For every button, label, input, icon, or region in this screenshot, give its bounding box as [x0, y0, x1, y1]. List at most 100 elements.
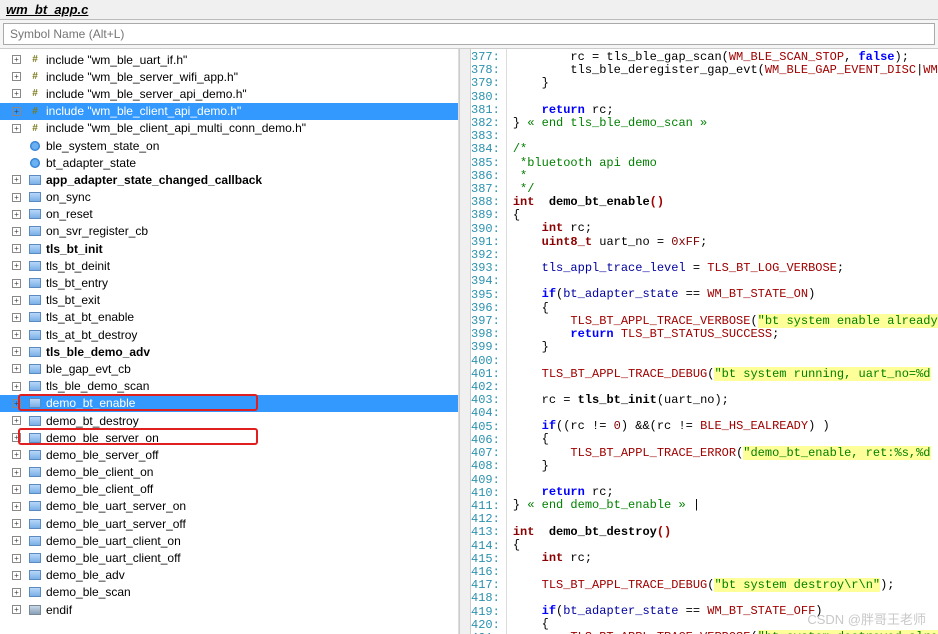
- expand-icon[interactable]: +: [12, 72, 21, 81]
- expand-icon[interactable]: +: [12, 227, 21, 236]
- code-line[interactable]: return TLS_BT_STATUS_SUCCESS;: [513, 328, 938, 341]
- code-line[interactable]: [513, 130, 938, 143]
- tree-item[interactable]: + on_svr_register_cb: [0, 223, 458, 240]
- tree-item[interactable]: +demo_ble_adv: [0, 567, 458, 584]
- code-line[interactable]: } « end tls_ble_demo_scan »: [513, 117, 938, 130]
- expand-icon[interactable]: +: [12, 399, 21, 408]
- variable-icon: [28, 139, 42, 153]
- tree-item-label: tls_bt_init: [46, 242, 103, 256]
- expand-icon[interactable]: +: [12, 571, 21, 580]
- tree-item[interactable]: +on_reset: [0, 206, 458, 223]
- expand-icon[interactable]: +: [12, 175, 21, 184]
- tree-item[interactable]: +#include "wm_ble_server_wifi_app.h": [0, 68, 458, 85]
- code-content[interactable]: rc = tls_ble_gap_scan(WM_BLE_SCAN_STOP, …: [507, 49, 938, 634]
- function-icon: [28, 379, 42, 393]
- splitter[interactable]: [459, 49, 471, 634]
- tree-item[interactable]: +#include "wm_ble_client_api_demo.h": [0, 103, 458, 120]
- expand-icon[interactable]: +: [12, 450, 21, 459]
- tree-item[interactable]: +tls_ble_demo_scan: [0, 378, 458, 395]
- code-line[interactable]: rc = tls_bt_init(uart_no);: [513, 394, 938, 407]
- code-line[interactable]: }: [513, 77, 938, 90]
- code-line[interactable]: TLS_BT_APPL_TRACE_DEBUG("bt system destr…: [513, 579, 938, 592]
- code-line[interactable]: TLS_BT_APPL_TRACE_ERROR("demo_bt_enable,…: [513, 447, 938, 460]
- code-line[interactable]: *bluetooth api demo: [513, 157, 938, 170]
- expand-icon[interactable]: +: [12, 588, 21, 597]
- code-line[interactable]: int demo_bt_destroy(): [513, 526, 938, 539]
- expand-icon[interactable]: +: [12, 330, 21, 339]
- expand-icon[interactable]: +: [12, 554, 21, 563]
- code-line[interactable]: *: [513, 170, 938, 183]
- expand-icon[interactable]: +: [12, 107, 21, 116]
- tree-item-label: demo_ble_uart_client_off: [46, 551, 181, 565]
- symbol-tree-panel[interactable]: +#include "wm_ble_uart_if.h"+#include "w…: [0, 49, 459, 634]
- tree-item[interactable]: +tls_bt_exit: [0, 292, 458, 309]
- code-line[interactable]: if(bt_adapter_state == WM_BT_STATE_OFF): [513, 605, 938, 618]
- tree-item[interactable]: + demo_ble_uart_client_off: [0, 549, 458, 566]
- tree-item[interactable]: +app_adapter_state_changed_callback: [0, 171, 458, 188]
- code-line[interactable]: int demo_bt_enable(): [513, 196, 938, 209]
- expand-icon[interactable]: +: [12, 468, 21, 477]
- tree-item[interactable]: +tls_bt_deinit: [0, 257, 458, 274]
- expand-icon[interactable]: +: [12, 485, 21, 494]
- tree-item[interactable]: ble_system_state_on: [0, 137, 458, 154]
- expand-icon[interactable]: +: [12, 55, 21, 64]
- expand-icon[interactable]: +: [12, 536, 21, 545]
- expand-icon[interactable]: +: [12, 519, 21, 528]
- code-line[interactable]: }: [513, 460, 938, 473]
- tree-item[interactable]: +ble_gap_evt_cb: [0, 360, 458, 377]
- expand-icon[interactable]: +: [12, 124, 21, 133]
- expand-icon[interactable]: +: [12, 261, 21, 270]
- tree-item[interactable]: +#include "wm_ble_server_api_demo.h": [0, 85, 458, 102]
- tree-item[interactable]: +demo_ble_server_off: [0, 446, 458, 463]
- tree-item[interactable]: +tls_ble_demo_adv: [0, 343, 458, 360]
- expand-icon[interactable]: +: [12, 244, 21, 253]
- tree-item[interactable]: +#include "wm_ble_client_api_multi_conn_…: [0, 120, 458, 137]
- expand-icon[interactable]: +: [12, 210, 21, 219]
- tree-item[interactable]: +demo_ble_client_off: [0, 481, 458, 498]
- line-number-gutter: 377:378:379:380:381:382:383:384:385:386:…: [471, 49, 507, 634]
- expand-icon[interactable]: +: [12, 89, 21, 98]
- tree-item[interactable]: +tls_bt_entry: [0, 274, 458, 291]
- expand-icon[interactable]: +: [12, 279, 21, 288]
- tree-item[interactable]: +endif: [0, 601, 458, 618]
- tree-item[interactable]: +#include "wm_ble_uart_if.h": [0, 51, 458, 68]
- tree-item[interactable]: +demo_ble_uart_client_on: [0, 532, 458, 549]
- tree-item[interactable]: +demo_bt_destroy: [0, 412, 458, 429]
- tree-item[interactable]: + tls_bt_init: [0, 240, 458, 257]
- expand-icon[interactable]: +: [12, 382, 21, 391]
- code-line[interactable]: int rc;: [513, 552, 938, 565]
- expand-icon[interactable]: +: [12, 193, 21, 202]
- expand-icon[interactable]: +: [12, 313, 21, 322]
- tree-item[interactable]: bt_adapter_state: [0, 154, 458, 171]
- code-line[interactable]: tls_appl_trace_level = TLS_BT_LOG_VERBOS…: [513, 262, 938, 275]
- tree-item[interactable]: +tls_at_bt_destroy: [0, 326, 458, 343]
- tree-item[interactable]: +demo_ble_uart_server_on: [0, 498, 458, 515]
- symbol-search-input[interactable]: [3, 23, 935, 45]
- tree-item-label: demo_ble_server_on: [46, 431, 159, 445]
- expand-icon[interactable]: +: [12, 502, 21, 511]
- expand-icon[interactable]: +: [12, 364, 21, 373]
- tree-item[interactable]: +demo_ble_scan: [0, 584, 458, 601]
- expand-icon[interactable]: +: [12, 416, 21, 425]
- tree-item[interactable]: +demo_ble_uart_server_off: [0, 515, 458, 532]
- tree-item[interactable]: +on_sync: [0, 189, 458, 206]
- code-line[interactable]: uint8_t uart_no = 0xFF;: [513, 236, 938, 249]
- code-line[interactable]: tls_ble_deregister_gap_evt(WM_BLE_GAP_EV…: [513, 64, 938, 77]
- code-line[interactable]: } « end demo_bt_enable » |: [513, 499, 938, 512]
- code-line[interactable]: TLS_BT_APPL_TRACE_DEBUG("bt system runni…: [513, 368, 938, 381]
- code-line[interactable]: if(bt_adapter_state == WM_BT_STATE_ON): [513, 288, 938, 301]
- expand-icon[interactable]: +: [12, 347, 21, 356]
- expand-icon[interactable]: +: [12, 605, 21, 614]
- tree-item[interactable]: + demo_ble_server_on: [0, 429, 458, 446]
- expand-icon[interactable]: +: [12, 296, 21, 305]
- function-icon: [28, 568, 42, 582]
- tree-item[interactable]: +demo_ble_client_on: [0, 464, 458, 481]
- tree-item[interactable]: +demo_bt_enable: [0, 395, 458, 412]
- code-line[interactable]: }: [513, 341, 938, 354]
- expand-icon[interactable]: +: [12, 433, 21, 442]
- function-icon: [28, 431, 42, 445]
- code-editor[interactable]: 377:378:379:380:381:382:383:384:385:386:…: [471, 49, 938, 634]
- tree-item[interactable]: +tls_at_bt_enable: [0, 309, 458, 326]
- tree-item-label: on_svr_register_cb: [46, 224, 148, 238]
- code-line[interactable]: if((rc != 0) &&(rc != BLE_HS_EALREADY) ): [513, 420, 938, 433]
